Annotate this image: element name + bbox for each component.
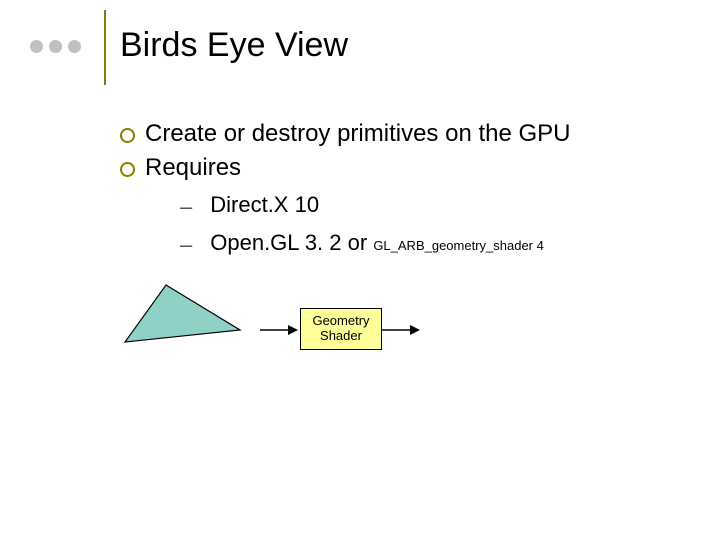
bullet-level1: Create or destroy primitives on the GPU bbox=[120, 120, 690, 148]
title-divider bbox=[104, 10, 106, 85]
ring-bullet-icon bbox=[120, 162, 135, 177]
bullet-text-main: Open.GL 3. 2 or bbox=[210, 230, 373, 255]
bullet-level2: – Direct.X 10 bbox=[180, 192, 690, 220]
box-label-line1: Geometry bbox=[312, 313, 369, 328]
dot-icon bbox=[30, 40, 43, 53]
dash-bullet-icon: – bbox=[180, 232, 192, 258]
diagram: Geometry Shader bbox=[120, 280, 540, 380]
bullet-text: Direct.X 10 bbox=[210, 192, 319, 218]
bullet-text: Requires bbox=[145, 154, 241, 182]
slide-title: Birds Eye View bbox=[120, 26, 348, 65]
arrow-right-icon bbox=[382, 324, 420, 336]
box-label-line2: Shader bbox=[320, 328, 362, 343]
geometry-shader-box: Geometry Shader bbox=[300, 308, 382, 350]
bullet-text: Create or destroy primitives on the GPU bbox=[145, 120, 571, 148]
dot-icon bbox=[68, 40, 81, 53]
slide-body: Create or destroy primitives on the GPU … bbox=[120, 120, 690, 258]
bullet-level1: Requires bbox=[120, 154, 690, 182]
dot-icon bbox=[49, 40, 62, 53]
bullet-text: Open.GL 3. 2 or GL_ARB_geometry_shader 4 bbox=[210, 230, 544, 256]
corner-dots bbox=[30, 40, 81, 53]
bullet-level2: – Open.GL 3. 2 or GL_ARB_geometry_shader… bbox=[180, 230, 690, 258]
bullet-text-ext: GL_ARB_geometry_shader 4 bbox=[373, 238, 544, 253]
dash-bullet-icon: – bbox=[180, 194, 192, 220]
arrow-right-icon bbox=[260, 324, 298, 336]
slide: Birds Eye View Create or destroy primiti… bbox=[0, 0, 720, 540]
ring-bullet-icon bbox=[120, 128, 135, 143]
triangle-icon bbox=[120, 280, 250, 350]
